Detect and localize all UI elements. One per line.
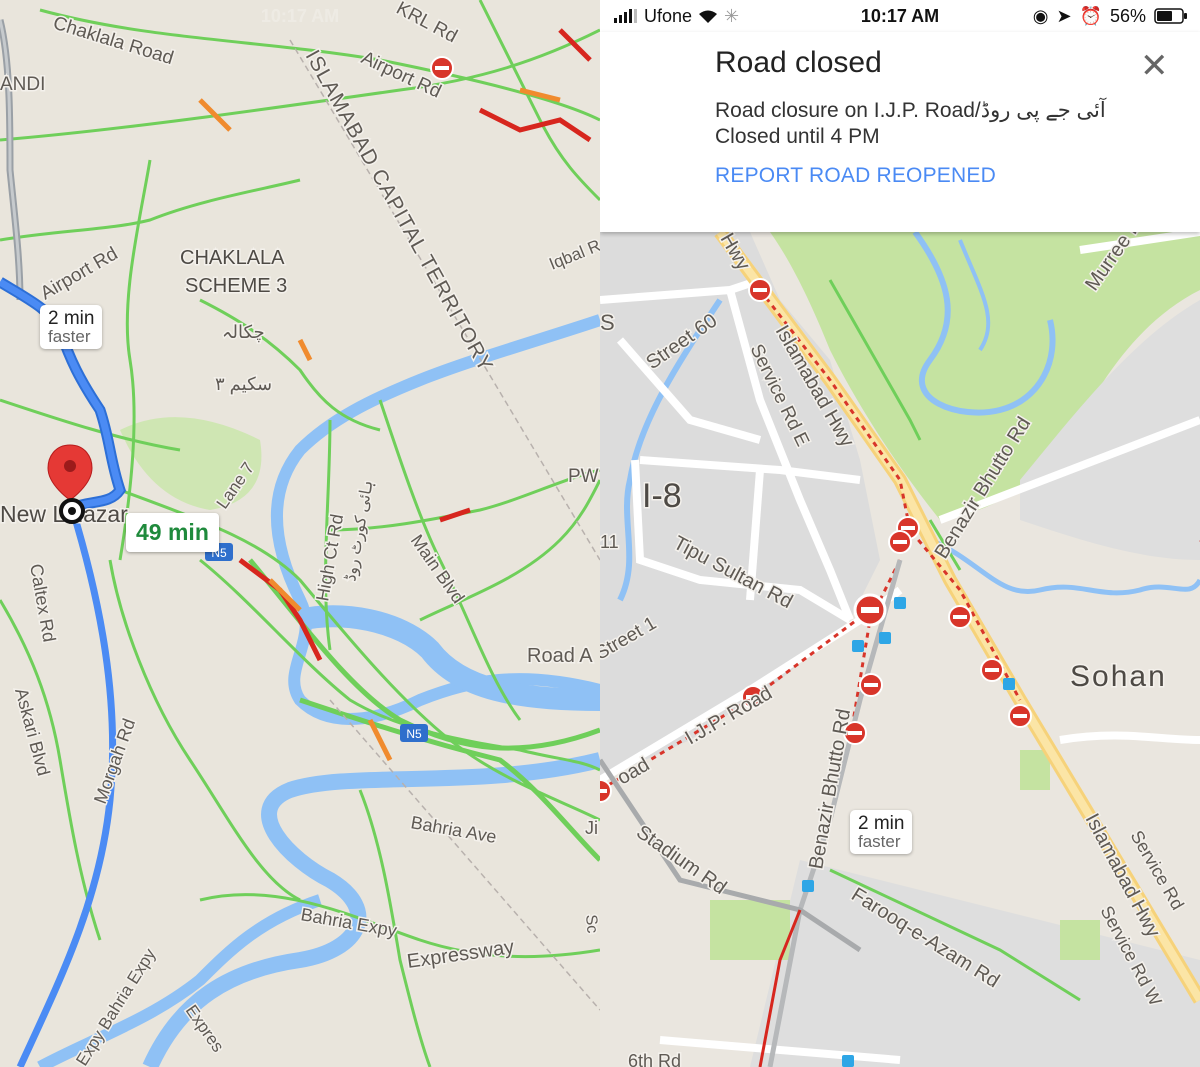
bus-stop-icon[interactable] xyxy=(1003,678,1015,690)
left-map-panel[interactable]: N5 N5 Chaklala Road Airport Rd KRL Rd AN… xyxy=(0,0,600,1067)
bus-stop-icon[interactable] xyxy=(894,597,906,609)
eta-badge[interactable]: 49 min xyxy=(126,513,219,552)
map-label-express: Expres xyxy=(182,1001,228,1055)
faster-route-callout[interactable]: 2 min faster xyxy=(850,810,913,854)
status-bar-left: 10:17 AM xyxy=(0,0,600,32)
bus-stop-icon[interactable] xyxy=(802,880,814,892)
map-label-andi: ANDI xyxy=(0,74,45,95)
map-label-caltex-rd: Caltex Rd xyxy=(26,562,59,643)
right-map-panel[interactable]: Murree R S Street 60 Hwy Service Rd E Is… xyxy=(600,0,1200,1067)
close-icon[interactable]: ✕ xyxy=(1140,46,1169,86)
status-right: ◉ ➤ ⏰ 56% xyxy=(1033,6,1188,27)
alarm-icon: ⏰ xyxy=(1079,5,1102,26)
battery-icon xyxy=(1154,8,1187,24)
map-label-airport-rd-left: Airport Rd xyxy=(37,243,122,304)
map-label-6th-rd: 6th Rd xyxy=(628,1051,681,1067)
callout-time: 2 min xyxy=(48,308,95,329)
map-label-scheme-3: SCHEME 3 xyxy=(185,275,287,297)
destination-pin-icon[interactable] xyxy=(47,444,93,501)
location-arrow-icon: ➤ xyxy=(1056,5,1072,26)
road-closure-icon-selected[interactable] xyxy=(853,593,887,627)
map-label-pw: PW xyxy=(568,466,599,487)
map-label-morgah-rd: Morgah Rd xyxy=(90,716,139,807)
map-label-urdu-scheme: سکیم ۳ xyxy=(215,374,272,395)
map-label-bahria-ave: Bahria Ave xyxy=(409,812,498,847)
road-closure-icon[interactable] xyxy=(859,673,883,697)
road-closure-icon[interactable] xyxy=(980,658,1004,682)
map-label-sc: Sc xyxy=(582,914,600,934)
road-closure-icon[interactable] xyxy=(748,278,772,302)
bus-stop-icon[interactable] xyxy=(842,1055,854,1067)
callout-time: 2 min xyxy=(858,813,905,834)
map-label-expy-bahria-expy: Expy Bahria Expy xyxy=(72,945,159,1067)
river-lower xyxy=(142,752,600,1067)
callout-note: faster xyxy=(858,832,901,851)
map-label-high-ct-rd: High Ct Rd xyxy=(312,513,347,603)
map-label-ji: Ji xyxy=(585,818,598,838)
map-label-sohan: Sohan xyxy=(1070,660,1167,693)
map-label-i-8: I-8 xyxy=(642,477,682,515)
svg-text:N5: N5 xyxy=(406,727,422,741)
battery-percent: 56% xyxy=(1109,5,1146,26)
map-label-11: 11 xyxy=(600,532,619,552)
report-road-reopened-button[interactable]: REPORT ROAD REOPENED xyxy=(715,164,996,188)
sheet-title: Road closed xyxy=(715,46,882,79)
road-closure-icon[interactable] xyxy=(948,605,972,629)
faster-route-callout[interactable]: 2 min faster xyxy=(40,305,103,349)
map-label-iqbal: Iqbal R xyxy=(546,236,600,274)
road-closure-icon[interactable] xyxy=(430,56,454,80)
closure-description: Road closure on I.J.P. Road/آئی جے پی رو… xyxy=(715,99,1106,122)
callout-note: faster xyxy=(48,327,91,346)
orientation-lock-icon: ◉ xyxy=(1032,5,1049,26)
map-label-urdu-chaklala: چکالہ xyxy=(222,322,265,343)
map-label-islamabad-capital-territory: ISLAMABAD CAPITAL TERRITORY xyxy=(301,46,498,376)
road-closure-icon[interactable] xyxy=(1008,704,1032,728)
map-label-chaklala: CHAKLALA xyxy=(180,247,285,269)
bus-stop-icon[interactable] xyxy=(852,640,864,652)
status-time: 10:17 AM xyxy=(260,5,340,26)
map-label-road-a: Road A xyxy=(527,645,593,667)
map-label-s: S xyxy=(600,310,615,335)
bus-stop-icon[interactable] xyxy=(879,632,891,644)
map-label-stadium-rd: Stadium Rd xyxy=(632,821,730,899)
origin-marker-icon[interactable] xyxy=(59,498,85,524)
closure-until: Closed until 4 PM xyxy=(715,125,880,148)
map-label-main-blvd: Main Blvd xyxy=(407,531,469,607)
status-bar: Ufone ✳ 10:17 AM ◉ ➤ ⏰ 56% xyxy=(600,0,1200,32)
map-label-askari-blvd: Askari Blvd xyxy=(11,686,54,778)
n5-shield: N5 xyxy=(400,724,428,742)
map-label-benazir-bhutto-rd-2: Benazir Bhutto Rd xyxy=(805,707,855,871)
left-map[interactable]: N5 N5 Chaklala Road Airport Rd KRL Rd AN… xyxy=(0,0,600,1067)
road-closure-icon[interactable] xyxy=(888,530,912,554)
road-closed-sheet: Road closed ✕ Road closure on I.J.P. Roa… xyxy=(600,32,1200,232)
